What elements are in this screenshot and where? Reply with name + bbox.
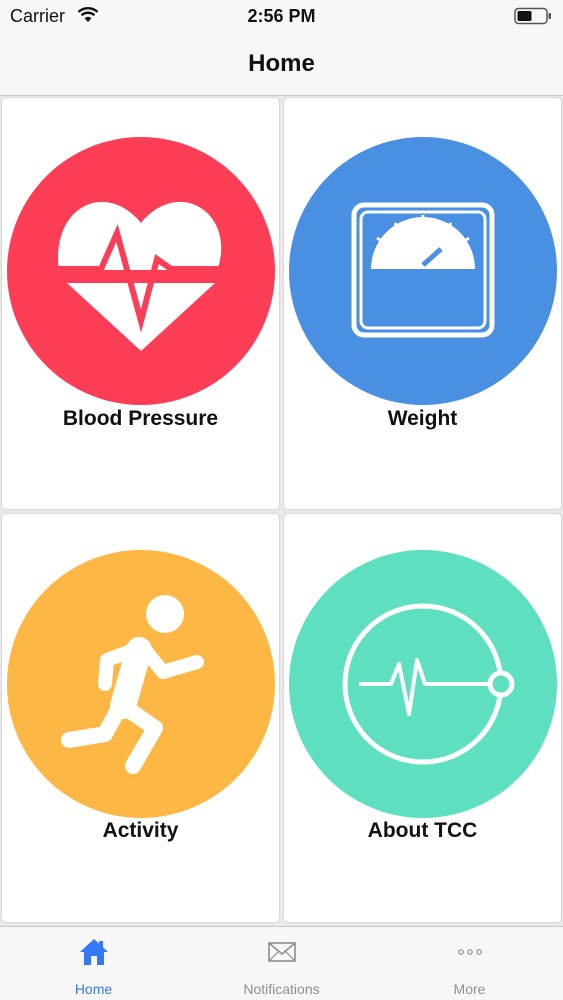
about-tcc-label: About TCC — [367, 819, 478, 842]
activity-label: Activity — [102, 819, 179, 842]
status-time: 2:56 PM — [247, 6, 316, 26]
weight-tile[interactable]: Weight — [283, 97, 562, 510]
heart-pulse-circle — [7, 137, 275, 405]
page-title: Home — [248, 50, 315, 77]
battery-icon — [514, 7, 551, 25]
heart-pulse-icon — [7, 137, 275, 405]
tab-home-label: Home — [74, 981, 113, 997]
home-grid: Blood Pressure Weight Activity About TCC — [0, 96, 563, 926]
envelope-icon — [267, 942, 296, 962]
navigation-bar: Home — [0, 32, 563, 96]
tab-more[interactable]: More — [376, 927, 563, 1000]
blood-pressure-label: Blood Pressure — [62, 407, 219, 430]
tab-more-label: More — [453, 981, 486, 997]
running-person-icon — [7, 550, 275, 818]
scale-icon — [289, 137, 557, 405]
house-icon — [79, 939, 108, 965]
about-tcc-tile[interactable]: About TCC — [283, 513, 562, 923]
blood-pressure-tile[interactable]: Blood Pressure — [1, 97, 280, 510]
activity-tile[interactable]: Activity — [1, 513, 280, 923]
more-dots-icon — [457, 949, 482, 955]
tab-notifications[interactable]: Notifications — [188, 927, 375, 1000]
scale-circle — [289, 137, 557, 405]
tab-bar: Home Notifications More — [0, 926, 563, 1000]
tab-home[interactable]: Home — [0, 927, 187, 1000]
pulse-circle-icon — [289, 550, 557, 818]
status-bar: Carrier 2:56 PM — [0, 0, 563, 32]
tab-notifications-label: Notifications — [243, 981, 320, 997]
weight-label: Weight — [387, 407, 458, 430]
